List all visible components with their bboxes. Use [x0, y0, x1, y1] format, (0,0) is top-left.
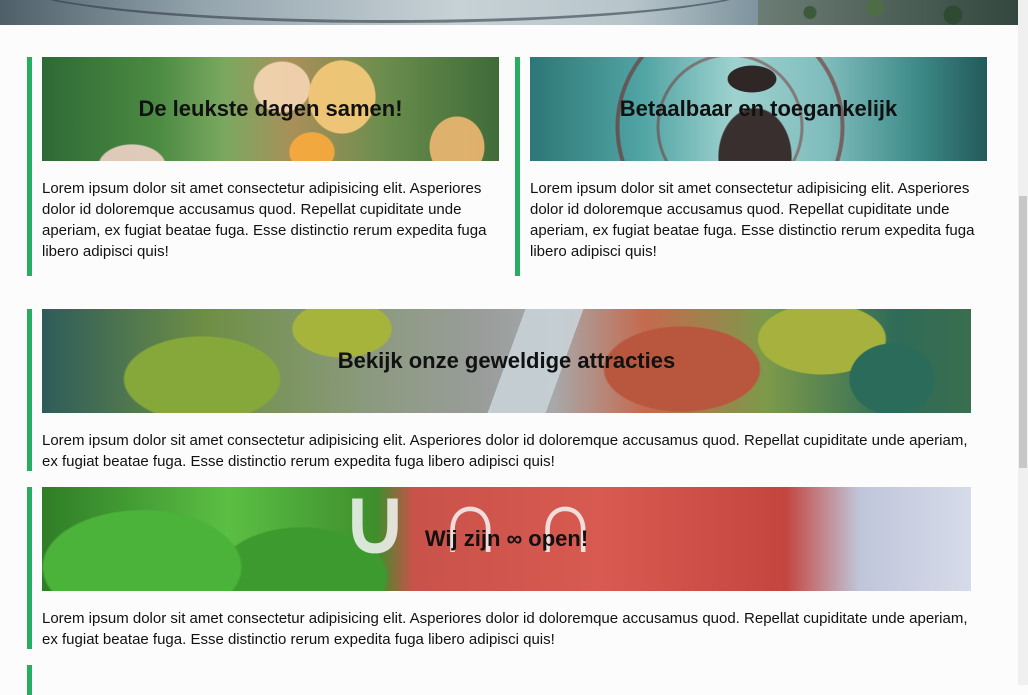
card-text: Lorem ipsum dolor sit amet consectetur a… [42, 432, 968, 470]
feature-card-attractions: Bekijk onze geweldige attracties Lorem i… [27, 309, 976, 471]
family-photo-banner: De leukste dagen samen! [42, 57, 499, 161]
card-title: Bekijk onze geweldige attracties [337, 348, 676, 373]
feature-card-open: ∪∩∩ Wij zijn ∞ open! Lorem ipsum dolor s… [27, 487, 976, 649]
card-title: Betaalbaar en toegankelijk [619, 96, 898, 121]
page-scrollbar[interactable] [1018, 0, 1028, 685]
card-text: Lorem ipsum dolor sit amet consectetur a… [42, 610, 968, 648]
scrollbar-thumb[interactable] [1019, 196, 1027, 468]
hero-image-detail [10, 0, 770, 23]
feature-card-affordable: Betaalbaar en toegankelijk Lorem ipsum d… [515, 57, 992, 276]
hero-image [0, 0, 1018, 25]
card-title: Wij zijn ∞ open! [424, 526, 589, 551]
feature-card-family: De leukste dagen samen! Lorem ipsum dolo… [27, 57, 504, 276]
card-text: Lorem ipsum dolor sit amet consectetur a… [530, 180, 975, 260]
card-title: De leukste dagen samen! [138, 96, 403, 121]
feature-card-next [27, 665, 976, 695]
open-sign-photo-banner: ∪∩∩ Wij zijn ∞ open! [42, 487, 971, 591]
aerial-park-photo-banner: Bekijk onze geweldige attracties [42, 309, 971, 413]
card-text: Lorem ipsum dolor sit amet consectetur a… [42, 180, 487, 260]
hero-image-foliage [758, 0, 1018, 25]
ferris-wheel-photo-banner: Betaalbaar en toegankelijk [530, 57, 987, 161]
